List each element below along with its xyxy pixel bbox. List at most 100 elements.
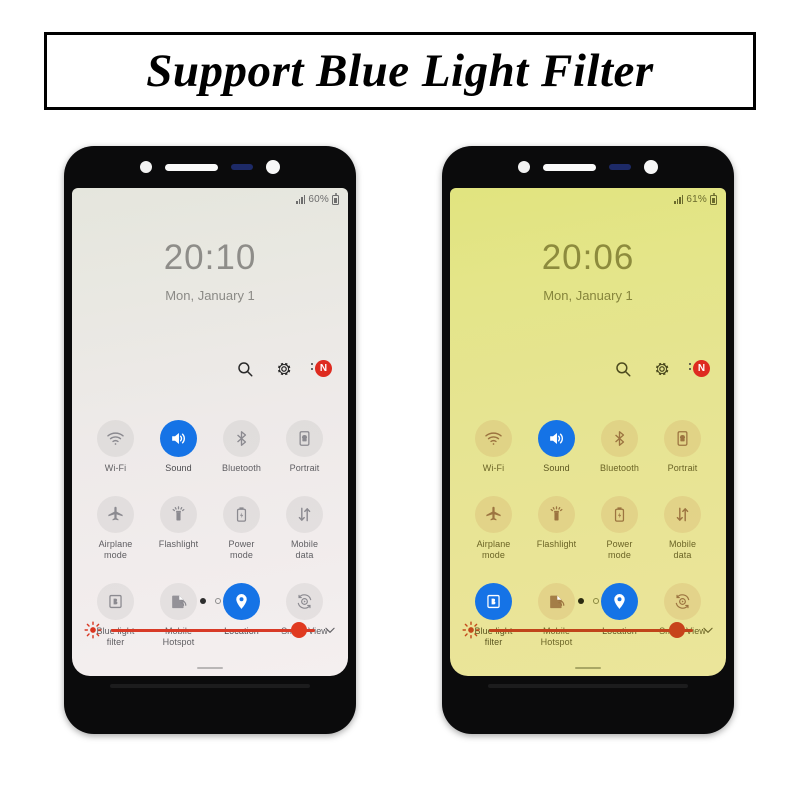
battery-icon xyxy=(332,192,339,205)
power-mode-icon[interactable] xyxy=(601,496,638,533)
search-icon[interactable] xyxy=(236,360,254,378)
brightness-slider[interactable] xyxy=(111,622,315,638)
wifi-icon[interactable] xyxy=(97,420,134,457)
sound-icon[interactable] xyxy=(160,420,197,457)
page-indicator xyxy=(72,598,348,604)
brightness-slider-thumb[interactable] xyxy=(668,622,685,638)
gear-icon[interactable] xyxy=(275,360,293,378)
gear-icon[interactable] xyxy=(653,360,671,378)
toggle-flashlight[interactable]: Flashlight xyxy=(147,496,210,561)
toggle-label-flashlight: Flashlight xyxy=(536,539,577,549)
toggle-flashlight[interactable]: Flashlight xyxy=(525,496,588,561)
brightness-sun-icon[interactable] xyxy=(83,620,103,640)
toggle-label-mobile-data: Mobile data xyxy=(668,539,697,560)
mobile-data-icon[interactable] xyxy=(286,496,323,533)
toggle-power-mode[interactable]: Power mode xyxy=(588,496,651,561)
toggle-airplane-mode[interactable]: Airplane mode xyxy=(84,496,147,561)
toggle-portrait[interactable]: Portrait xyxy=(273,420,336,474)
portrait-rotation-icon[interactable] xyxy=(664,420,701,457)
power-mode-icon[interactable] xyxy=(223,496,260,533)
proximity-sensor-icon xyxy=(609,164,631,170)
earpiece-speaker xyxy=(165,163,218,171)
status-bar: 61% xyxy=(674,192,717,205)
clock-time: 20:06 xyxy=(541,238,635,277)
status-badge: N xyxy=(693,360,710,377)
toggle-label-bluetooth: Bluetooth xyxy=(600,463,639,473)
wifi-icon[interactable] xyxy=(475,420,512,457)
toggle-power-mode[interactable]: Power mode xyxy=(210,496,273,561)
toggle-label-portrait: Portrait xyxy=(667,463,698,473)
earpiece-speaker xyxy=(543,163,596,171)
light-sensor-icon xyxy=(644,160,658,174)
light-sensor-icon xyxy=(266,160,280,174)
brightness-slider-thumb[interactable] xyxy=(290,622,307,638)
front-camera-icon xyxy=(518,161,530,173)
toggle-sound[interactable]: Sound xyxy=(525,420,588,474)
toggle-label-sound: Sound xyxy=(543,463,570,473)
phone-top-bezel xyxy=(442,146,734,188)
overflow-dots-icon xyxy=(689,363,691,373)
brightness-sun-icon[interactable] xyxy=(461,620,481,640)
toggle-airplane-mode[interactable]: Airplane mode xyxy=(462,496,525,561)
search-icon[interactable] xyxy=(614,360,632,378)
battery-percent-label: 60% xyxy=(308,194,329,205)
notification-badge-icon[interactable]: N xyxy=(689,360,710,378)
bluetooth-icon[interactable] xyxy=(601,420,638,457)
front-camera-icon xyxy=(140,161,152,173)
toggle-label-portrait: Portrait xyxy=(289,463,320,473)
quick-settings-grid: Wi-Fi Sound Bluetooth Portrait Airplane mode F… xyxy=(84,420,336,648)
toggle-wi-fi[interactable]: Wi-Fi xyxy=(84,420,147,474)
quick-panel-actions: N xyxy=(614,360,710,378)
page-dot-2[interactable] xyxy=(214,598,221,604)
brightness-control xyxy=(461,620,715,640)
clock-time: 20:10 xyxy=(163,238,257,277)
airplane-icon[interactable] xyxy=(97,496,134,533)
page-dot-2[interactable] xyxy=(592,598,599,604)
quick-settings-grid: Wi-Fi Sound Bluetooth Portrait Airplane mode F… xyxy=(462,420,714,648)
phone-bottom-bezel xyxy=(442,674,734,734)
toggle-label-bluetooth: Bluetooth xyxy=(222,463,261,473)
chevron-down-icon[interactable] xyxy=(323,623,337,637)
toggle-label-power-mode: Power mode xyxy=(228,539,255,560)
toggle-label-sound: Sound xyxy=(165,463,192,473)
lockscreen-clock: 20:06 Mon, January 1 xyxy=(450,240,726,303)
notification-badge-icon[interactable]: N xyxy=(311,360,332,378)
phone-top-bezel xyxy=(64,146,356,188)
phone-screen: 60% 20:10 Mon, January 1 N Wi-Fi Sound Bluetoo… xyxy=(72,188,348,676)
toggle-label-power-mode: Power mode xyxy=(606,539,633,560)
battery-icon xyxy=(710,192,717,205)
toggle-sound[interactable]: Sound xyxy=(147,420,210,474)
status-badge: N xyxy=(315,360,332,377)
toggle-label-airplane-mode: Airplane mode xyxy=(476,539,511,560)
toggle-bluetooth[interactable]: Bluetooth xyxy=(210,420,273,474)
flashlight-icon[interactable] xyxy=(160,496,197,533)
toggle-portrait[interactable]: Portrait xyxy=(651,420,714,474)
page-indicator xyxy=(450,598,726,604)
bluetooth-icon[interactable] xyxy=(223,420,260,457)
home-indicator[interactable] xyxy=(197,667,223,669)
toggle-wi-fi[interactable]: Wi-Fi xyxy=(462,420,525,474)
brightness-slider[interactable] xyxy=(489,622,693,638)
sound-icon[interactable] xyxy=(538,420,575,457)
home-indicator[interactable] xyxy=(575,667,601,669)
airplane-icon[interactable] xyxy=(475,496,512,533)
brightness-control xyxy=(83,620,337,640)
toggle-label-wi-fi: Wi-Fi xyxy=(104,463,127,473)
lockscreen-clock: 20:10 Mon, January 1 xyxy=(72,240,348,303)
toggle-bluetooth[interactable]: Bluetooth xyxy=(588,420,651,474)
toggle-mobile-data[interactable]: Mobile data xyxy=(273,496,336,561)
page-dot-1[interactable] xyxy=(577,598,584,604)
page-dot-1[interactable] xyxy=(199,598,206,604)
banner: Support Blue Light Filter xyxy=(44,32,756,110)
clock-date: Mon, January 1 xyxy=(165,288,255,303)
toggle-label-flashlight: Flashlight xyxy=(158,539,199,549)
phone-filter-off: 60% 20:10 Mon, January 1 N Wi-Fi Sound Bluetoo… xyxy=(64,146,356,734)
chevron-down-icon[interactable] xyxy=(701,623,715,637)
mobile-data-icon[interactable] xyxy=(664,496,701,533)
toggle-mobile-data[interactable]: Mobile data xyxy=(651,496,714,561)
clock-date: Mon, January 1 xyxy=(543,288,633,303)
toggle-label-wi-fi: Wi-Fi xyxy=(482,463,505,473)
flashlight-icon[interactable] xyxy=(538,496,575,533)
portrait-rotation-icon[interactable] xyxy=(286,420,323,457)
page-title: Support Blue Light Filter xyxy=(146,45,654,97)
